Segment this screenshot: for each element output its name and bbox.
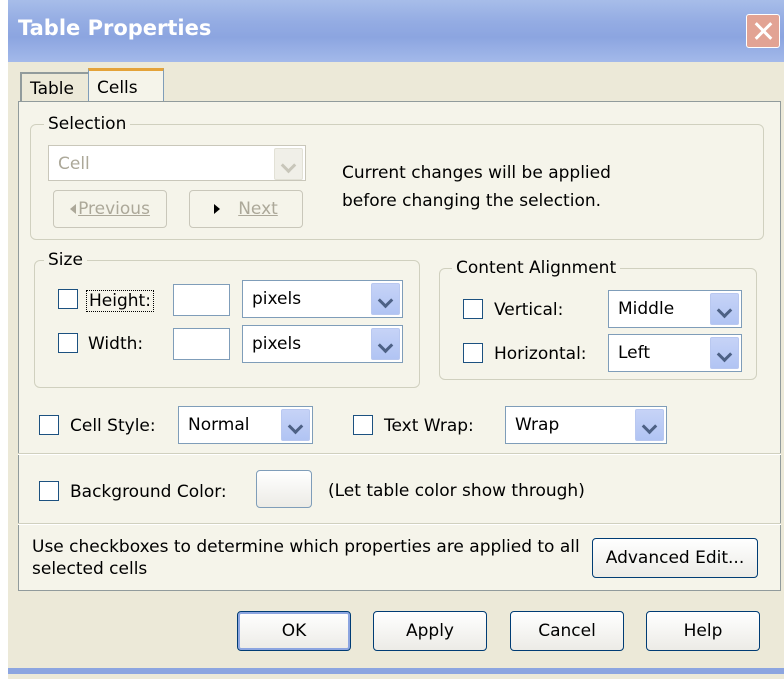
size-legend: Size (44, 250, 87, 270)
width-checkbox[interactable] (58, 333, 78, 353)
text-wrap-checkbox[interactable] (353, 415, 373, 435)
selection-info-line1: Current changes will be applied (342, 163, 611, 183)
width-unit-value: pixels (252, 334, 302, 354)
previous-label: Previous (78, 199, 150, 219)
horizontal-checkbox[interactable] (463, 343, 483, 363)
height-unit-select[interactable]: pixels (242, 280, 403, 318)
height-label: Height: (86, 290, 154, 312)
background-color-label: Background Color: (70, 482, 227, 502)
text-wrap-select[interactable]: Wrap (505, 406, 667, 444)
background-color-note: (Let table color show through) (328, 481, 585, 501)
selection-info-line2: before changing the selection. (342, 191, 602, 211)
chevron-down-icon (371, 328, 400, 360)
background-color-checkbox[interactable] (39, 481, 59, 501)
height-unit-value: pixels (252, 289, 302, 309)
text-wrap-value: Wrap (515, 415, 560, 435)
separator (18, 453, 781, 455)
cell-style-label: Cell Style: (70, 416, 156, 436)
cell-style-checkbox[interactable] (39, 415, 59, 435)
horizontal-alignment-value: Left (618, 343, 650, 363)
previous-button[interactable]: Previous (53, 190, 167, 228)
hint-line1: Use checkboxes to determine which proper… (32, 537, 580, 557)
horizontal-label: Horizontal: (494, 344, 587, 364)
close-button[interactable] (746, 14, 780, 48)
chevron-down-icon (635, 409, 664, 441)
window-bottom-border (8, 668, 784, 674)
cancel-button[interactable]: Cancel (510, 611, 624, 651)
selection-legend: Selection (44, 114, 131, 134)
tab-cells[interactable]: Cells (88, 68, 164, 102)
vertical-checkbox[interactable] (463, 299, 483, 319)
width-unit-select[interactable]: pixels (242, 325, 403, 363)
text-wrap-label: Text Wrap: (384, 416, 474, 436)
separator (18, 523, 781, 525)
title-bar[interactable]: Table Properties (8, 0, 784, 62)
table-properties-dialog: Table Properties Table Cells Selection C… (8, 0, 784, 679)
next-button[interactable]: Next (189, 190, 303, 228)
selection-dropdown[interactable]: Cell (48, 145, 306, 181)
horizontal-alignment-select[interactable]: Left (608, 334, 742, 372)
width-input[interactable] (173, 328, 230, 360)
chevron-down-icon (281, 409, 310, 441)
chevron-down-icon (710, 337, 739, 369)
vertical-alignment-select[interactable]: Middle (608, 290, 742, 328)
apply-button[interactable]: Apply (373, 611, 487, 651)
ok-button[interactable]: OK (237, 611, 351, 651)
selection-dropdown-value: Cell (58, 154, 90, 174)
previous-arrow-icon (70, 204, 77, 214)
cell-style-value: Normal (188, 415, 250, 435)
advanced-edit-button[interactable]: Advanced Edit... (592, 538, 758, 578)
cell-style-select[interactable]: Normal (178, 406, 313, 444)
chevron-down-icon (274, 148, 303, 180)
chevron-down-icon (710, 293, 739, 325)
vertical-alignment-value: Middle (618, 299, 675, 319)
next-arrow-icon (214, 204, 221, 214)
height-checkbox[interactable] (58, 289, 78, 309)
vertical-label: Vertical: (494, 300, 564, 320)
background-color-swatch-button[interactable] (256, 470, 312, 508)
tab-table[interactable]: Table (20, 72, 90, 102)
content-alignment-legend: Content Alignment (452, 258, 621, 278)
hint-line2: selected cells (32, 559, 148, 579)
next-label: Next (238, 199, 278, 219)
width-label: Width: (88, 334, 144, 354)
height-input[interactable] (173, 284, 230, 316)
window-title: Table Properties (18, 16, 212, 40)
help-button[interactable]: Help (646, 611, 760, 651)
chevron-down-icon (371, 283, 400, 315)
